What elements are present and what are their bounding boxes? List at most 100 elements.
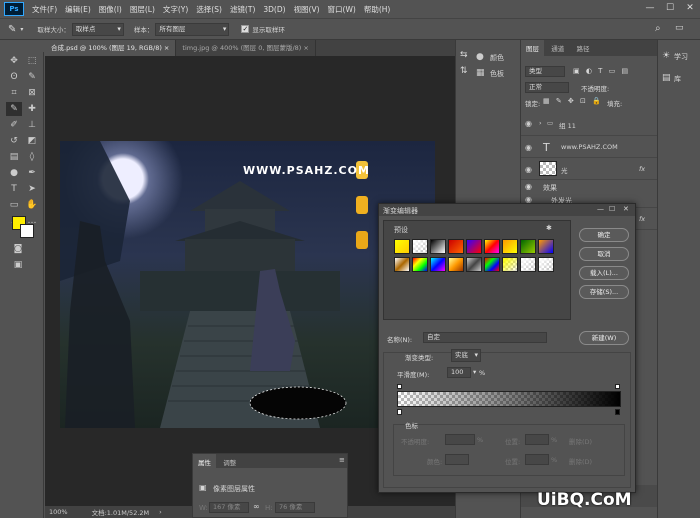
stamp-tool-icon[interactable]: ⊥ [24,118,40,132]
sample-size-select[interactable]: 取样点 [71,22,124,36]
brush-tool-icon[interactable]: ✐ [6,118,22,132]
menu-help[interactable]: 帮助(H) [364,4,391,15]
opacity-stop-left[interactable] [397,384,402,389]
eyedropper-tool-icon[interactable]: ✎ [6,102,22,116]
gradient-preset-swatch[interactable] [502,257,518,272]
close-button[interactable]: ✕ [684,2,696,14]
eraser-tool-icon[interactable]: ◩ [24,134,40,148]
width-field[interactable]: 167 像素 [209,502,249,513]
pen-tool-icon[interactable]: ✒ [24,166,40,180]
gradient-preset-swatch[interactable] [430,239,446,254]
smoothness-dropdown-icon[interactable]: ▾ [473,368,476,376]
menu-image[interactable]: 图像(I) [99,4,122,15]
lock-icons[interactable]: ▦ ✎ ✥ ⊡ 🔒 [543,97,603,105]
filter-icons[interactable]: ▣ ◐ T ▭ ▤ [573,67,630,75]
crop-tool-icon[interactable]: ⌗ [6,86,22,100]
lasso-tool-icon[interactable]: ʘ [6,70,22,84]
swatches-panel-label[interactable]: 色板 [490,69,504,79]
gradient-preset-swatch[interactable] [412,239,428,254]
dialog-minimize-button[interactable]: — [597,205,604,213]
quick-mask-icon[interactable]: ◙ [10,242,26,256]
opacity-stop-right[interactable] [615,384,620,389]
eye-icon[interactable]: ◉ [525,182,532,191]
history-icon[interactable]: ⇆ [460,50,468,60]
workspace-icon[interactable]: ▭ [675,23,684,33]
hand-tool-icon[interactable]: ✋ [24,198,40,212]
gradient-preset-swatch[interactable] [520,257,536,272]
gradient-preset-swatch[interactable] [538,257,554,272]
learn-label[interactable]: 学习 [674,52,688,62]
height-field[interactable]: 76 像素 [275,502,315,513]
dialog-maximize-button[interactable]: ☐ [609,205,615,213]
minimize-button[interactable]: — [644,2,656,14]
background-color-swatch[interactable] [20,224,34,238]
gradient-preview-bar[interactable] [397,391,621,407]
gradient-preset-swatch[interactable] [520,239,536,254]
delete-opacity-stop-button[interactable]: 删除(D) [569,436,592,446]
gradient-preset-swatch[interactable] [466,239,482,254]
move-tool-icon[interactable]: ✥ [6,54,22,68]
bulb-icon[interactable]: ☀ [662,51,670,61]
tab-channels[interactable]: 通道 [546,40,569,56]
name-field[interactable]: 自定 [423,332,547,343]
chevron-down-icon[interactable]: ▾ [20,26,23,33]
healing-tool-icon[interactable]: ✚ [24,102,40,116]
dialog-title-bar[interactable]: 渐变编辑器 — ☐ ✕ [379,204,635,216]
menu-window[interactable]: 窗口(W) [328,4,356,15]
load-button[interactable]: 载入(L)... [579,266,629,280]
quick-select-tool-icon[interactable]: ✎ [24,70,40,84]
swatches-icon[interactable]: ▦ [476,68,485,78]
tab-composite-psd[interactable]: 合成.psd @ 100% (图层 19, RGB/8) × [45,40,177,56]
color-stop-left[interactable] [397,409,402,415]
gradient-preset-swatch[interactable] [502,239,518,254]
layer-filter-select[interactable]: 类型 [525,66,565,77]
gradient-preset-swatch[interactable] [466,257,482,272]
sample-select[interactable]: 所有图层 [155,22,230,36]
blend-mode-select[interactable]: 正常 [525,82,569,93]
gradient-preset-swatch[interactable] [430,257,446,272]
library-icon[interactable]: ▤ [662,73,671,83]
zoom-level[interactable]: 100% [49,508,68,516]
layer-row[interactable]: ◉ 光 fx [521,158,658,180]
layer-row[interactable]: ◉ T www.PSAHZ.COM [521,136,658,158]
fx-badge[interactable]: fx [639,165,645,173]
color-panel-label[interactable]: 颜色 [490,53,504,63]
stop-opacity-field[interactable] [445,434,475,445]
tab-layers[interactable]: 图层 [521,40,544,56]
menu-3d[interactable]: 3D(D) [263,5,285,14]
screen-mode-icon[interactable]: ▣ [10,258,26,272]
link-icon[interactable]: ∞ [253,502,260,511]
palette-icon[interactable]: ● [476,52,484,62]
gradient-tool-icon[interactable]: ▤ [6,150,22,164]
frame-tool-icon[interactable]: ⊠ [24,86,40,100]
tab-paths[interactable]: 路径 [571,40,594,56]
search-icon[interactable]: ⌕ [655,23,661,34]
gradient-preset-swatch[interactable] [394,257,410,272]
menu-filter[interactable]: 滤镜(T) [230,4,255,15]
gradient-preset-swatch[interactable] [484,257,500,272]
color-stop-right[interactable] [615,409,620,415]
cancel-button[interactable]: 取消 [579,247,629,261]
show-ring-checkbox[interactable]: ✓ [241,25,250,33]
menu-layer[interactable]: 图层(L) [130,4,155,15]
gradient-type-select[interactable]: 实底 [451,349,481,362]
adjust-icon[interactable]: ⇅ [460,66,468,76]
marquee-tool-icon[interactable]: ⬚ [24,54,40,68]
fx-badge[interactable]: fx [639,215,645,223]
gradient-preset-swatch[interactable] [412,257,428,272]
new-button[interactable]: 新建(W) [579,331,629,345]
path-select-tool-icon[interactable]: ➤ [24,182,40,196]
menu-select[interactable]: 选择(S) [196,4,222,15]
menu-edit[interactable]: 编辑(E) [65,4,91,15]
type-tool-icon[interactable]: T [6,182,22,196]
chevron-right-icon[interactable]: › [539,119,542,127]
eye-icon[interactable]: ◉ [525,143,534,152]
delete-color-stop-button[interactable]: 删除(D) [569,456,592,466]
eyedropper-icon[interactable]: ✎ [8,24,16,35]
eye-icon[interactable]: ◉ [525,165,534,174]
menu-type[interactable]: 文字(Y) [163,4,188,15]
shape-tool-icon[interactable]: ▭ [6,198,22,212]
tab-adjustments[interactable]: 调整 [218,454,241,470]
tab-timg-jpg[interactable]: timg.jpg @ 400% (图层 0, 图层蒙版/8) × [176,40,316,56]
library-label[interactable]: 库 [674,74,681,84]
